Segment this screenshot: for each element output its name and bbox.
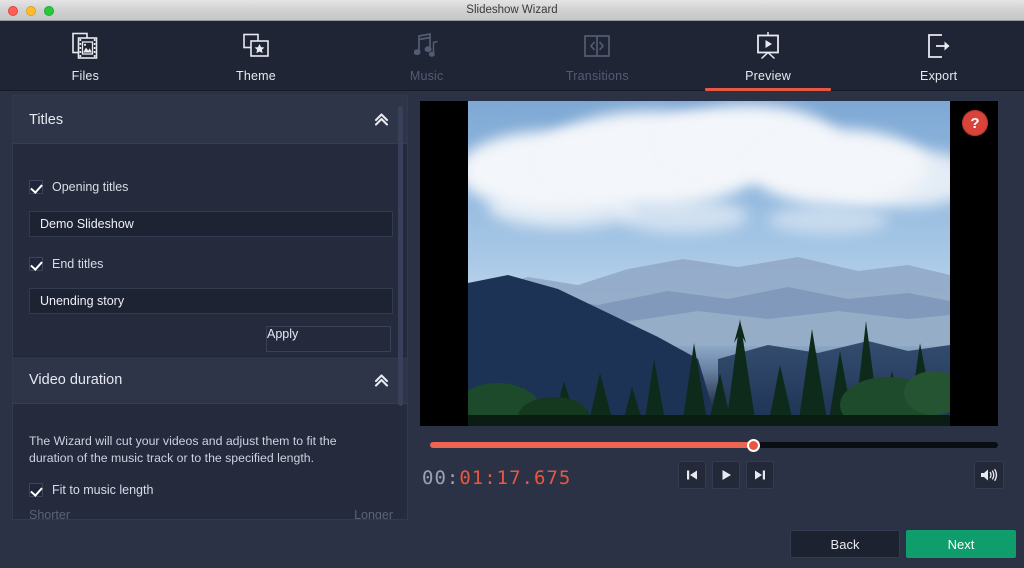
fit-to-music-checkbox[interactable] <box>29 483 43 497</box>
settings-sidebar: Titles Opening titles Demo Slideshow End <box>12 95 408 520</box>
wizard-footer: Back Next <box>0 522 1024 568</box>
timecode-hours: 00: <box>422 467 460 489</box>
play-icon <box>722 470 731 480</box>
wizard-steps-toolbar: Files Theme Music Transitions Preview Ex… <box>0 21 1024 91</box>
transport-controls <box>678 461 774 489</box>
duration-section-header[interactable]: Video duration <box>13 356 407 404</box>
previous-button[interactable] <box>678 461 706 489</box>
timecode-display: 00:01:17.675 <box>422 467 571 489</box>
end-titles-label: End titles <box>52 257 104 271</box>
cloud <box>618 199 748 233</box>
fit-to-music-checkbox-row[interactable]: Fit to music length <box>29 480 153 500</box>
next-button-footer[interactable]: Next <box>906 530 1016 558</box>
tab-label-files: Files <box>71 69 100 83</box>
title-bar: Slideshow Wizard <box>0 0 1024 21</box>
tab-export[interactable]: Export <box>853 21 1024 91</box>
seek-handle[interactable] <box>747 439 761 452</box>
play-button[interactable] <box>712 461 740 489</box>
end-titles-checkbox-row[interactable]: End titles <box>29 254 103 274</box>
video-screen[interactable]: ? <box>420 101 998 426</box>
music-icon <box>413 30 440 62</box>
next-button[interactable] <box>746 461 774 489</box>
main-content: Titles Opening titles Demo Slideshow End <box>0 91 1024 522</box>
tab-label-preview: Preview <box>745 69 791 83</box>
video-frame <box>468 101 950 426</box>
end-titles-input[interactable]: Unending story <box>29 288 393 314</box>
tab-label-export: Export <box>920 69 958 83</box>
fit-to-music-label: Fit to music length <box>52 483 154 497</box>
preview-icon <box>754 30 782 62</box>
opening-titles-label: Opening titles <box>52 180 129 194</box>
skip-next-icon <box>755 470 765 480</box>
duration-section-body: The Wizard will cut your videos and adju… <box>13 404 407 519</box>
duration-section-title: Video duration <box>29 372 123 388</box>
tab-transitions[interactable]: Transitions <box>512 21 683 91</box>
back-button[interactable]: Back <box>790 530 900 558</box>
slider-max-label: Longer <box>354 508 393 520</box>
seek-fill <box>430 442 754 448</box>
tree-silhouette <box>468 319 950 426</box>
titles-section-body: Opening titles Demo Slideshow End titles… <box>13 144 407 356</box>
double-chevron-up-icon[interactable] <box>371 370 391 390</box>
slider-min-label: Shorter <box>29 508 70 520</box>
tab-preview[interactable]: Preview <box>683 21 854 91</box>
cloud <box>488 186 638 228</box>
tab-label-theme: Theme <box>236 69 276 83</box>
window-title: Slideshow Wizard <box>466 4 558 16</box>
double-chevron-up-icon[interactable] <box>371 110 391 130</box>
app-window: Slideshow Wizard Files Theme Music Trans… <box>0 0 1024 568</box>
tab-files[interactable]: Files <box>0 21 171 91</box>
question-mark-icon: ? <box>970 114 980 132</box>
export-icon <box>925 30 953 62</box>
opening-titles-checkbox[interactable] <box>29 180 43 194</box>
tab-label-music: Music <box>409 69 444 83</box>
titles-section-header[interactable]: Titles <box>13 96 407 144</box>
titles-section-title: Titles <box>29 111 64 128</box>
theme-icon <box>242 30 270 62</box>
preview-panel: ? 00:01:17.675 <box>420 95 1012 520</box>
duration-slider-labels: Shorter Longer <box>29 508 393 520</box>
tab-label-transitions: Transitions <box>565 69 629 83</box>
tab-theme[interactable]: Theme <box>171 21 342 91</box>
duration-description: The Wizard will cut your videos and adju… <box>29 434 337 465</box>
cloud <box>768 206 888 234</box>
tab-music[interactable]: Music <box>341 21 512 91</box>
timecode-current: 01:17.675 <box>459 467 572 489</box>
seek-bar[interactable] <box>430 439 998 452</box>
volume-button[interactable] <box>974 461 1004 489</box>
files-icon <box>72 30 98 62</box>
opening-titles-input[interactable]: Demo Slideshow <box>29 211 393 237</box>
end-titles-checkbox[interactable] <box>29 257 43 271</box>
apply-titles-button[interactable]: Apply <box>266 326 391 352</box>
help-button[interactable]: ? <box>962 110 988 136</box>
opening-titles-checkbox-row[interactable]: Opening titles <box>29 177 128 197</box>
skip-previous-icon <box>687 470 697 480</box>
sidebar-scrollbar[interactable] <box>398 106 403 406</box>
volume-high-icon <box>981 468 998 482</box>
transitions-icon <box>583 30 611 62</box>
